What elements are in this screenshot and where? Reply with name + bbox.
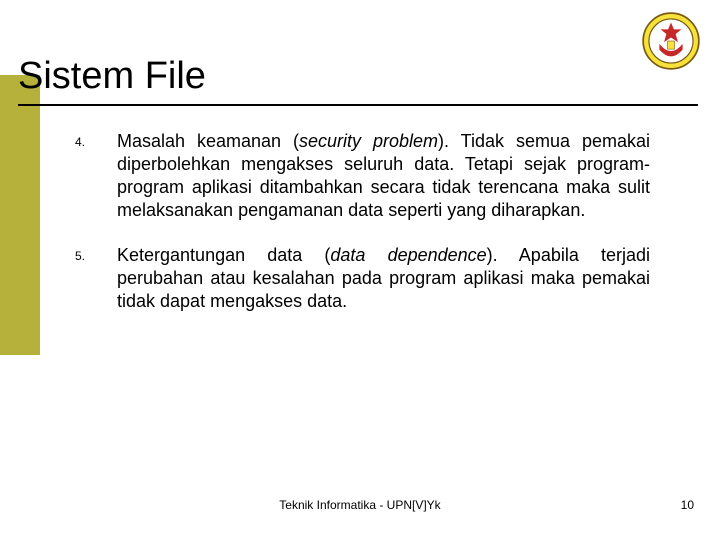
page-title: Sistem File [18,55,206,98]
item-italic-term: security problem [299,131,438,151]
item-body: Ketergantungan data (data dependence). A… [117,244,650,313]
list-item: 4. Masalah keamanan (security problem). … [75,130,650,222]
slide: Sistem File 4. Masalah keamanan (securit… [0,0,720,540]
item-number: 5. [75,244,117,313]
content-area: 4. Masalah keamanan (security problem). … [75,130,650,335]
item-number: 4. [75,130,117,222]
item-lead: Masalah keamanan ( [117,131,299,151]
item-body: Masalah keamanan (security problem). Tid… [117,130,650,222]
page-number: 10 [681,498,694,512]
item-italic-term: data dependence [330,245,486,265]
logo-crest [642,12,700,70]
title-underline [18,104,698,106]
list-item: 5. Ketergantungan data (data dependence)… [75,244,650,313]
footer-text: Teknik Informatika - UPN[V]Yk [0,498,720,512]
decorative-sidebar [0,75,40,355]
crest-icon [642,12,700,70]
item-lead: Ketergantungan data ( [117,245,330,265]
